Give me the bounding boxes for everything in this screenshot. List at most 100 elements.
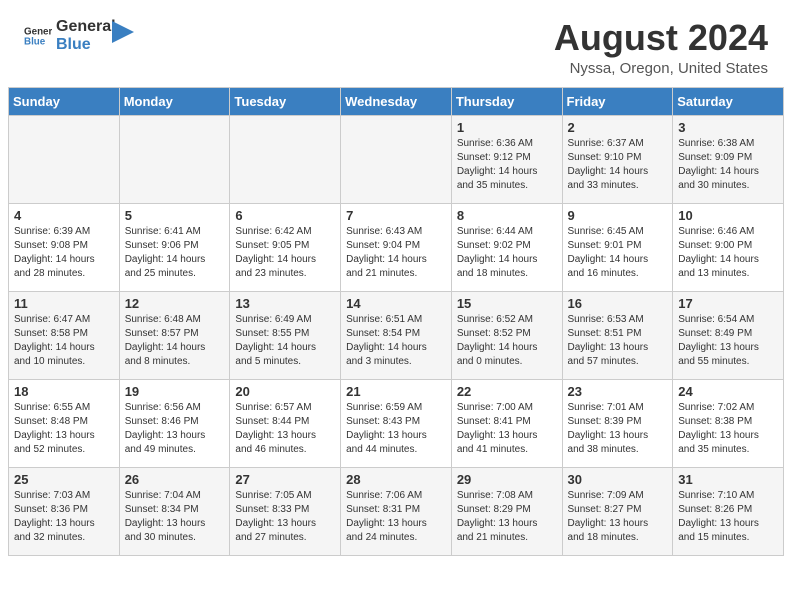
day-number: 10 bbox=[678, 208, 778, 223]
table-row: 13 Sunrise: 6:49 AM Sunset: 8:55 PM Dayli… bbox=[230, 291, 341, 379]
logo-line2: Blue bbox=[56, 36, 116, 54]
day-number: 8 bbox=[457, 208, 557, 223]
day-info: Sunrise: 6:44 AM Sunset: 9:02 PM Dayligh… bbox=[457, 226, 538, 279]
table-row: 31Sunrise: 7:10 AM Sunset: 8:26 PM Dayli… bbox=[673, 467, 784, 555]
table-row bbox=[9, 115, 120, 203]
day-info: Sunrise: 6:47 AM Sunset: 8:58 PM Dayligh… bbox=[14, 314, 95, 367]
table-row bbox=[119, 115, 230, 203]
day-info: Sunrise: 6:48 AM Sunset: 8:57 PM Dayligh… bbox=[125, 314, 206, 367]
day-number: 13 bbox=[235, 296, 335, 311]
day-info: Sunrise: 7:05 AM Sunset: 8:33 PM Dayligh… bbox=[235, 490, 316, 543]
day-number: 9 bbox=[568, 208, 668, 223]
main-title: August 2024 bbox=[554, 18, 768, 58]
day-info: Sunrise: 6:51 AM Sunset: 8:54 PM Dayligh… bbox=[346, 314, 427, 367]
day-info: Sunrise: 6:42 AM Sunset: 9:05 PM Dayligh… bbox=[235, 226, 316, 279]
table-row: 9 Sunrise: 6:45 AM Sunset: 9:01 PM Daylig… bbox=[562, 203, 673, 291]
day-number: 30 bbox=[568, 472, 668, 487]
day-number: 2 bbox=[568, 120, 668, 135]
day-info: Sunrise: 6:57 AM Sunset: 8:44 PM Dayligh… bbox=[235, 402, 316, 455]
table-row bbox=[341, 115, 452, 203]
day-number: 7 bbox=[346, 208, 446, 223]
day-info: Sunrise: 6:45 AM Sunset: 9:01 PM Dayligh… bbox=[568, 226, 649, 279]
day-number: 15 bbox=[457, 296, 557, 311]
table-row: 28Sunrise: 7:06 AM Sunset: 8:31 PM Dayli… bbox=[341, 467, 452, 555]
calendar-day-header: Thursday bbox=[451, 87, 562, 115]
logo-arrow-icon bbox=[112, 21, 134, 43]
table-row: 4 Sunrise: 6:39 AM Sunset: 9:08 PM Daylig… bbox=[9, 203, 120, 291]
table-row: 15 Sunrise: 6:52 AM Sunset: 8:52 PM Dayli… bbox=[451, 291, 562, 379]
calendar-day-header: Monday bbox=[119, 87, 230, 115]
table-row: 12 Sunrise: 6:48 AM Sunset: 8:57 PM Dayli… bbox=[119, 291, 230, 379]
table-row: 18 Sunrise: 6:55 AM Sunset: 8:48 PM Dayli… bbox=[9, 379, 120, 467]
calendar-day-header: Friday bbox=[562, 87, 673, 115]
day-number: 18 bbox=[14, 384, 114, 399]
day-info: Sunrise: 7:06 AM Sunset: 8:31 PM Dayligh… bbox=[346, 490, 427, 543]
table-row: 19Sunrise: 6:56 AM Sunset: 8:46 PM Dayli… bbox=[119, 379, 230, 467]
table-row: 21 Sunrise: 6:59 AM Sunset: 8:43 PM Dayli… bbox=[341, 379, 452, 467]
table-row: 8 Sunrise: 6:44 AM Sunset: 9:02 PM Daylig… bbox=[451, 203, 562, 291]
day-info: Sunrise: 7:09 AM Sunset: 8:27 PM Dayligh… bbox=[568, 490, 649, 543]
table-row: 26 Sunrise: 7:04 AM Sunset: 8:34 PM Dayli… bbox=[119, 467, 230, 555]
day-number: 27 bbox=[235, 472, 335, 487]
day-info: Sunrise: 6:38 AM Sunset: 9:09 PM Dayligh… bbox=[678, 138, 759, 191]
calendar-day-header: Saturday bbox=[673, 87, 784, 115]
day-info: Sunrise: 7:04 AM Sunset: 8:34 PM Dayligh… bbox=[125, 490, 206, 543]
table-row: 11Sunrise: 6:47 AM Sunset: 8:58 PM Dayli… bbox=[9, 291, 120, 379]
table-row: 1Sunrise: 6:36 AM Sunset: 9:12 PM Daylig… bbox=[451, 115, 562, 203]
calendar-header-row: SundayMondayTuesdayWednesdayThursdayFrid… bbox=[9, 87, 784, 115]
day-info: Sunrise: 6:37 AM Sunset: 9:10 PM Dayligh… bbox=[568, 138, 649, 191]
day-info: Sunrise: 6:39 AM Sunset: 9:08 PM Dayligh… bbox=[14, 226, 95, 279]
day-info: Sunrise: 6:53 AM Sunset: 8:51 PM Dayligh… bbox=[568, 314, 649, 367]
table-row: 29Sunrise: 7:08 AM Sunset: 8:29 PM Dayli… bbox=[451, 467, 562, 555]
table-row: 14Sunrise: 6:51 AM Sunset: 8:54 PM Dayli… bbox=[341, 291, 452, 379]
day-info: Sunrise: 7:08 AM Sunset: 8:29 PM Dayligh… bbox=[457, 490, 538, 543]
table-row: 27 Sunrise: 7:05 AM Sunset: 8:33 PM Dayli… bbox=[230, 467, 341, 555]
logo-icon: General Blue bbox=[24, 22, 52, 50]
day-number: 19 bbox=[125, 384, 225, 399]
calendar-week-row: 11Sunrise: 6:47 AM Sunset: 8:58 PM Dayli… bbox=[9, 291, 784, 379]
day-number: 26 bbox=[125, 472, 225, 487]
day-info: Sunrise: 7:01 AM Sunset: 8:39 PM Dayligh… bbox=[568, 402, 649, 455]
day-number: 25 bbox=[14, 472, 114, 487]
table-row: 6Sunrise: 6:42 AM Sunset: 9:05 PM Daylig… bbox=[230, 203, 341, 291]
svg-text:Blue: Blue bbox=[24, 37, 46, 48]
table-row: 23 Sunrise: 7:01 AM Sunset: 8:39 PM Dayli… bbox=[562, 379, 673, 467]
day-number: 12 bbox=[125, 296, 225, 311]
day-info: Sunrise: 6:52 AM Sunset: 8:52 PM Dayligh… bbox=[457, 314, 538, 367]
day-number: 22 bbox=[457, 384, 557, 399]
day-info: Sunrise: 6:43 AM Sunset: 9:04 PM Dayligh… bbox=[346, 226, 427, 279]
table-row: 7 Sunrise: 6:43 AM Sunset: 9:04 PM Daylig… bbox=[341, 203, 452, 291]
calendar-day-header: Tuesday bbox=[230, 87, 341, 115]
table-row bbox=[230, 115, 341, 203]
calendar-table: SundayMondayTuesdayWednesdayThursdayFrid… bbox=[8, 87, 784, 556]
day-number: 24 bbox=[678, 384, 778, 399]
table-row: 25 Sunrise: 7:03 AM Sunset: 8:36 PM Dayli… bbox=[9, 467, 120, 555]
day-info: Sunrise: 6:49 AM Sunset: 8:55 PM Dayligh… bbox=[235, 314, 316, 367]
day-number: 17 bbox=[678, 296, 778, 311]
day-number: 4 bbox=[14, 208, 114, 223]
logo: General Blue General Blue bbox=[24, 18, 134, 55]
day-info: Sunrise: 6:36 AM Sunset: 9:12 PM Dayligh… bbox=[457, 138, 538, 191]
table-row: 30 Sunrise: 7:09 AM Sunset: 8:27 PM Dayli… bbox=[562, 467, 673, 555]
day-number: 21 bbox=[346, 384, 446, 399]
logo-line1: General bbox=[56, 18, 116, 36]
calendar-day-header: Wednesday bbox=[341, 87, 452, 115]
table-row: 22Sunrise: 7:00 AM Sunset: 8:41 PM Dayli… bbox=[451, 379, 562, 467]
day-info: Sunrise: 6:59 AM Sunset: 8:43 PM Dayligh… bbox=[346, 402, 427, 455]
day-info: Sunrise: 6:54 AM Sunset: 8:49 PM Dayligh… bbox=[678, 314, 759, 367]
calendar-week-row: 4 Sunrise: 6:39 AM Sunset: 9:08 PM Daylig… bbox=[9, 203, 784, 291]
table-row: 3 Sunrise: 6:38 AM Sunset: 9:09 PM Daylig… bbox=[673, 115, 784, 203]
day-number: 20 bbox=[235, 384, 335, 399]
calendar-wrapper: SundayMondayTuesdayWednesdayThursdayFrid… bbox=[0, 87, 792, 568]
day-info: Sunrise: 7:10 AM Sunset: 8:26 PM Dayligh… bbox=[678, 490, 759, 543]
table-row: 2 Sunrise: 6:37 AM Sunset: 9:10 PM Daylig… bbox=[562, 115, 673, 203]
table-row: 17 Sunrise: 6:54 AM Sunset: 8:49 PM Dayli… bbox=[673, 291, 784, 379]
day-info: Sunrise: 6:55 AM Sunset: 8:48 PM Dayligh… bbox=[14, 402, 95, 455]
title-block: August 2024 Nyssa, Oregon, United States bbox=[554, 18, 768, 77]
day-number: 23 bbox=[568, 384, 668, 399]
day-info: Sunrise: 7:02 AM Sunset: 8:38 PM Dayligh… bbox=[678, 402, 759, 455]
day-info: Sunrise: 7:03 AM Sunset: 8:36 PM Dayligh… bbox=[14, 490, 95, 543]
day-number: 3 bbox=[678, 120, 778, 135]
calendar-day-header: Sunday bbox=[9, 87, 120, 115]
table-row: 5Sunrise: 6:41 AM Sunset: 9:06 PM Daylig… bbox=[119, 203, 230, 291]
